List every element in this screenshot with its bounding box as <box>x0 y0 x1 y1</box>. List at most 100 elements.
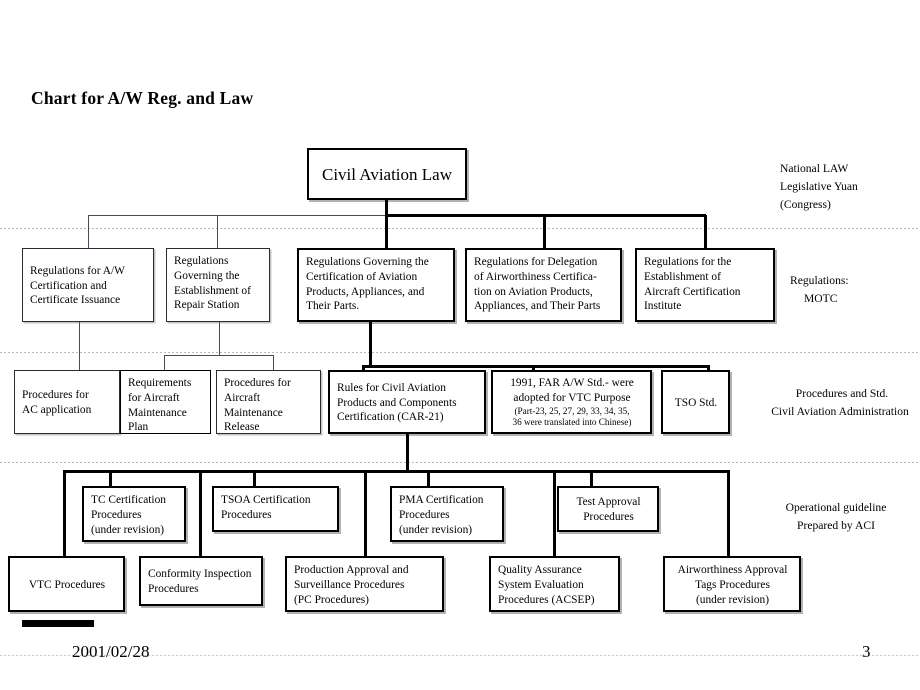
side-label-operational-line1: Operational guideline <box>785 501 887 514</box>
node-far-std[interactable]: 1991, FAR A/W Std.- were adopted for VTC… <box>491 370 652 434</box>
node-ac-application[interactable]: Procedures for AC application <box>14 370 120 434</box>
node-quality-assurance-line3: Procedures (ACSEP) <box>498 593 595 606</box>
node-airworthiness-tags[interactable]: Airworthiness Approval Tags Procedures (… <box>663 556 801 612</box>
connector-bus-car21-children <box>63 470 730 473</box>
footer-page-number: 3 <box>862 642 871 661</box>
node-production-approval-line2: Surveillance Procedures <box>294 578 405 591</box>
node-airworthiness-tags-line1: Airworthiness Approval <box>677 564 788 576</box>
node-test-approval-line2: Procedures <box>583 511 634 523</box>
node-maintenance-plan[interactable]: Requirements for Aircraft Maintenance Pl… <box>120 370 211 434</box>
node-tsoa-certification[interactable]: TSOA Certification Procedures <box>212 486 339 532</box>
connector-stem-product-certification <box>369 322 372 368</box>
node-production-approval-line1: Production Approval and <box>294 564 409 576</box>
node-product-certification-line3: Products, Appliances, and <box>306 285 425 298</box>
node-repair-station-line4: Repair Station <box>174 299 240 312</box>
node-far-std-line2: adopted for VTC Purpose <box>513 391 631 404</box>
node-tso-std[interactable]: TSO Std. <box>661 370 730 434</box>
side-label-national-law-line3: (Congress) <box>780 197 831 211</box>
connector-drop-product-certification <box>385 215 388 248</box>
node-certification-institute-line3: Aircraft Certification <box>644 285 741 298</box>
node-ac-application-line2: AC application <box>22 404 92 416</box>
connector-drop-tsoa-certification <box>253 470 256 486</box>
node-quality-assurance[interactable]: Quality Assurance System Evaluation Proc… <box>489 556 620 612</box>
node-maintenance-release-line2: Aircraft <box>224 391 261 404</box>
side-label-regulations-line2: MOTC <box>804 291 838 305</box>
connector-drop-delegation <box>543 215 546 248</box>
node-maintenance-release-line1: Procedures for <box>224 377 291 389</box>
corner-mark <box>22 620 94 627</box>
node-maintenance-plan-line1: Requirements <box>128 377 192 389</box>
node-far-std-line3: (Part-23, 25, 27, 29, 33, 34, 35, <box>514 405 630 416</box>
node-tc-certification-line1: TC Certification <box>91 494 166 506</box>
node-aw-certification-line1: Regulations for A/W <box>30 264 125 277</box>
connector-drop-vtc <box>63 470 66 556</box>
node-test-approval-line1: Test Approval <box>576 496 641 509</box>
node-production-approval[interactable]: Production Approval and Surveillance Pro… <box>285 556 444 612</box>
connector-bus-repair-station <box>164 355 274 357</box>
connector-drop-repair-station <box>217 215 219 248</box>
node-tc-certification[interactable]: TC Certification Procedures (under revis… <box>82 486 186 542</box>
band-divider-regulations-procedures <box>0 352 920 353</box>
node-civil-aviation-law[interactable]: Civil Aviation Law <box>307 148 467 200</box>
node-tso-std-label: TSO Std. <box>674 396 718 409</box>
node-vtc-procedures[interactable]: VTC Procedures <box>8 556 125 612</box>
node-maintenance-plan-line2: for Aircraft <box>128 391 180 404</box>
node-aw-certification-line3: Certificate Issuance <box>30 294 121 307</box>
connector-drop-aw-certification <box>88 215 90 248</box>
node-pma-certification-line3: (under revision) <box>399 523 473 536</box>
node-tc-certification-line2: Procedures <box>91 508 142 521</box>
node-tsoa-certification-line1: TSOA Certification <box>221 494 311 506</box>
node-vtc-procedures-label: VTC Procedures <box>28 578 106 591</box>
node-test-approval[interactable]: Test Approval Procedures <box>557 486 659 532</box>
node-airworthiness-tags-line3: (under revision) <box>695 593 770 606</box>
side-label-regulations-motc: Regulations: MOTC <box>790 272 910 308</box>
side-label-national-law-line2: Legislative Yuan <box>780 179 858 193</box>
node-pma-certification-line2: Procedures <box>399 508 450 521</box>
connector-drop-pma-certification <box>427 470 430 486</box>
node-pma-certification-line1: PMA Certification <box>399 494 484 506</box>
node-aw-certification-line2: Certification and <box>30 279 107 292</box>
node-airworthiness-tags-line2: Tags Procedures <box>695 578 770 591</box>
connector-bus-product-certification <box>362 365 710 368</box>
node-regulations-delegation[interactable]: Regulations for Delegation of Airworthin… <box>465 248 622 322</box>
node-product-certification-line1: Regulations Governing the <box>306 256 429 268</box>
node-car21-line1: Rules for Civil Aviation <box>337 381 446 394</box>
connector-bus-law-left <box>88 215 386 217</box>
slide-canvas: Chart for A/W Reg. and Law National LAW … <box>0 0 920 690</box>
node-conformity-inspection[interactable]: Conformity Inspection Procedures <box>139 556 263 606</box>
node-delegation-line1: Regulations for Delegation <box>474 256 598 268</box>
node-product-certification-line4: Their Parts. <box>306 300 360 313</box>
node-maintenance-plan-line4: Plan <box>128 421 149 434</box>
node-regulations-certification-institute[interactable]: Regulations for the Establishment of Air… <box>635 248 775 322</box>
connector-drop-maintenance-plan <box>164 355 166 370</box>
node-maintenance-plan-line3: Maintenance <box>128 406 187 419</box>
band-divider-procedures-guideline <box>0 462 920 463</box>
page-title: Chart for A/W Reg. and Law <box>31 88 254 108</box>
connector-drop-maintenance-release <box>273 355 275 370</box>
node-civil-aviation-law-label: Civil Aviation Law <box>321 164 452 184</box>
node-maintenance-release[interactable]: Procedures for Aircraft Maintenance Rele… <box>216 370 321 434</box>
node-regulations-repair-station[interactable]: Regulations Governing the Establishment … <box>166 248 270 322</box>
node-quality-assurance-line1: Quality Assurance <box>498 564 582 576</box>
band-divider-law-regulations <box>0 228 920 229</box>
connector-drop-tc-certification <box>109 470 112 486</box>
node-tc-certification-line3: (under revision) <box>91 523 165 536</box>
node-certification-institute-line1: Regulations for the <box>644 256 732 268</box>
node-pma-certification[interactable]: PMA Certification Procedures (under revi… <box>390 486 504 542</box>
connector-drop-conformity <box>199 470 202 556</box>
node-ac-application-line1: Procedures for <box>22 389 89 402</box>
node-regulations-aw-certification[interactable]: Regulations for A/W Certification and Ce… <box>22 248 154 322</box>
side-label-procedures-line1: Procedures and Std. <box>795 387 889 400</box>
node-car21-line3: Certification (CAR-21) <box>337 411 444 424</box>
node-far-std-line1: 1991, FAR A/W Std.- were <box>510 377 634 389</box>
node-repair-station-line2: Governing the <box>174 269 240 282</box>
node-maintenance-release-line4: Release <box>224 421 260 434</box>
connector-drop-production-approval <box>364 470 367 556</box>
node-delegation-line2: of Airworthiness Certifica- <box>474 270 597 283</box>
node-certification-institute-line4: Institute <box>644 300 682 313</box>
footer-date: 2001/02/28 <box>72 642 150 661</box>
connector-stem-car21-children <box>406 434 409 472</box>
node-regulations-product-certification[interactable]: Regulations Governing the Certification … <box>297 248 455 322</box>
node-car21[interactable]: Rules for Civil Aviation Products and Co… <box>328 370 486 434</box>
node-tsoa-certification-line2: Procedures <box>221 508 272 521</box>
